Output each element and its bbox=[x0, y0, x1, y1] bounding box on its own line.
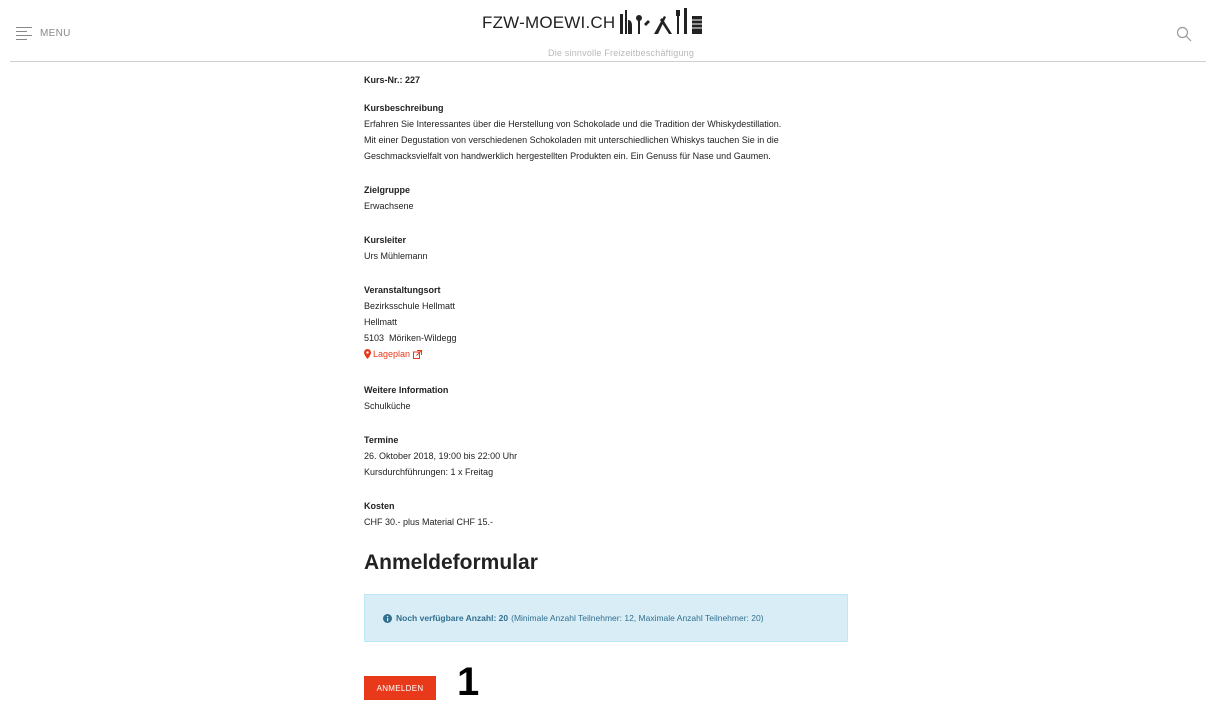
zielgruppe-value: Erwachsene bbox=[364, 201, 414, 211]
header-divider bbox=[10, 61, 1206, 62]
search-icon bbox=[1176, 26, 1192, 42]
section-weitere-information: Weitere Information Schulküche bbox=[364, 382, 850, 414]
external-link-icon bbox=[413, 349, 423, 359]
weitere-value: Schulküche bbox=[364, 401, 411, 411]
course-number: Kurs-Nr.: 227 bbox=[364, 75, 421, 85]
kosten-value: CHF 30.- plus Material CHF 15.- bbox=[364, 517, 494, 527]
info-circle-icon bbox=[383, 613, 392, 623]
logo-text: FZW-MOEWI.CH bbox=[482, 13, 616, 32]
section-kosten: Kosten CHF 30.- plus Material CHF 15.- bbox=[364, 498, 850, 530]
termin-line: Kursdurchführungen: 1 x Freitag bbox=[364, 467, 494, 477]
availability-details: (Minimale Anzahl Teilnehmer: 12, Maximal… bbox=[511, 613, 764, 623]
termin-line: 26. Oktober 2018, 19:00 bis 22:00 Uhr bbox=[364, 451, 518, 461]
description-line: Geschmacksvielfalt von handwerklich herg… bbox=[364, 151, 771, 161]
annotation-number: 1 bbox=[457, 660, 480, 704]
search-button[interactable] bbox=[1176, 26, 1192, 47]
section-label: Kursleiter bbox=[364, 235, 407, 245]
lageplan-label: Lageplan bbox=[373, 349, 411, 359]
kursleiter-value: Urs Mühlemann bbox=[364, 251, 428, 261]
section-label: Veranstaltungsort bbox=[364, 285, 441, 295]
menu-button[interactable]: MENU bbox=[16, 27, 71, 40]
anmelden-button[interactable]: ANMELDEN bbox=[364, 676, 436, 700]
section-veranstaltungsort: Veranstaltungsort Bezirksschule Hellmatt… bbox=[364, 282, 850, 364]
address-line: Hellmatt bbox=[364, 317, 398, 327]
section-label: Kursbeschreibung bbox=[364, 103, 444, 113]
site-header: MENU FZW-MOEWI.CH Die sinnvolle Freizeit… bbox=[0, 0, 1216, 62]
section-kursleiter: Kursleiter Urs Mühlemann bbox=[364, 232, 850, 264]
site-tagline: Die sinnvolle Freizeitbeschäftigung bbox=[548, 48, 695, 58]
section-label: Weitere Information bbox=[364, 385, 449, 395]
lageplan-link[interactable]: Lageplan bbox=[364, 346, 423, 362]
description-line: Mit einer Degustation von verschiedenen … bbox=[364, 135, 779, 145]
map-marker-icon bbox=[364, 349, 371, 359]
section-kursbeschreibung: Kursbeschreibung Erfahren Sie Interessan… bbox=[364, 100, 850, 164]
section-label: Zielgruppe bbox=[364, 185, 411, 195]
section-label: Termine bbox=[364, 435, 399, 445]
site-logo[interactable]: FZW-MOEWI.CH bbox=[482, 6, 710, 36]
availability-info-box: Noch verfügbare Anzahl: 20 (Minimale Anz… bbox=[364, 594, 848, 642]
description-line: Erfahren Sie Interessantes über die Hers… bbox=[364, 119, 782, 129]
menu-label: MENU bbox=[40, 27, 71, 39]
availability-count: Noch verfügbare Anzahl: 20 bbox=[396, 613, 509, 623]
form-title: Anmeldeformular bbox=[364, 551, 538, 574]
section-label: Kosten bbox=[364, 501, 395, 511]
section-termine: Termine 26. Oktober 2018, 19:00 bis 22:0… bbox=[364, 432, 850, 480]
logo-tools-icon bbox=[620, 8, 703, 34]
address-line: Bezirksschule Hellmatt bbox=[364, 301, 456, 311]
address-line: 5103 Möriken-Wildegg bbox=[364, 333, 457, 343]
section-zielgruppe: Zielgruppe Erwachsene bbox=[364, 182, 850, 214]
menu-icon bbox=[16, 27, 32, 40]
course-details: Kurs-Nr.: 227 Kursbeschreibung Erfahren … bbox=[364, 72, 850, 702]
